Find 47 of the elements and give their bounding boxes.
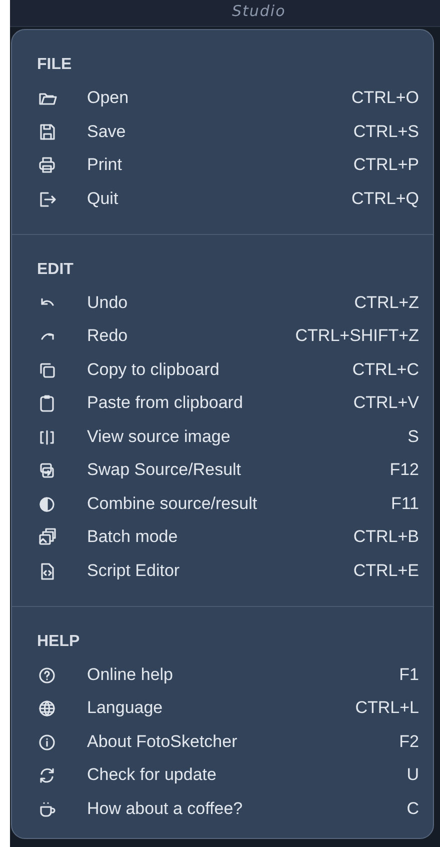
menu-item[interactable]: View source image S xyxy=(37,420,419,454)
window-title: Studio xyxy=(232,2,286,20)
menu-item[interactable]: Batch mode CTRL+B xyxy=(37,520,419,554)
section-heading: HELP xyxy=(37,632,81,652)
shortcut-label: CTRL+B xyxy=(353,527,419,548)
menu-item[interactable]: Open CTRL+O xyxy=(37,82,419,115)
menu-item[interactable]: Print CTRL+P xyxy=(37,148,419,182)
menu-item[interactable]: Undo CTRL+Z xyxy=(37,286,419,320)
globe-icon xyxy=(37,698,57,718)
printer-icon xyxy=(37,155,57,176)
swap-icon xyxy=(37,460,57,480)
shortcut-label: F12 xyxy=(390,460,419,480)
shortcut-label: CTRL+Q xyxy=(351,188,419,209)
info-icon xyxy=(37,732,57,752)
shortcut-label: F1 xyxy=(399,664,419,685)
menu-item[interactable]: Copy to clipboard CTRL+C xyxy=(37,353,419,386)
shortcut-label: CTRL+O xyxy=(351,88,419,108)
menu-item[interactable]: Online help F1 xyxy=(37,658,419,692)
menu-item[interactable]: Swap Source/Result F12 xyxy=(37,454,419,487)
shortcut-label: CTRL+C xyxy=(352,360,419,380)
menu-item[interactable]: Save CTRL+S xyxy=(37,115,419,148)
shortcut-label: CTRL+P xyxy=(353,155,419,176)
shortcut-label: U xyxy=(406,765,419,786)
menu-item[interactable]: Language CTRL+L xyxy=(37,692,419,725)
section-heading: EDIT xyxy=(37,260,74,280)
help-icon xyxy=(37,664,57,685)
menu-item[interactable]: Redo CTRL+SHIFT+Z xyxy=(37,320,419,353)
shortcut-label: CTRL+L xyxy=(355,698,419,718)
shortcut-label: CTRL+V xyxy=(353,393,419,414)
image-stack-icon xyxy=(37,527,57,548)
shortcut-label: F2 xyxy=(399,732,419,752)
section-heading: FILE xyxy=(37,55,73,75)
shortcut-label: CTRL+E xyxy=(353,560,419,581)
menu-item[interactable]: Script Editor CTRL+E xyxy=(37,554,419,588)
shortcut-label: CTRL+Z xyxy=(354,292,419,313)
menu-item[interactable]: How about a coffee? C xyxy=(37,792,419,826)
clipboard-icon xyxy=(37,393,57,414)
menu-item[interactable]: About FotoSketcher F2 xyxy=(37,725,419,758)
shortcut-label: CTRL+S xyxy=(353,122,419,142)
shortcut-label: F11 xyxy=(390,494,419,514)
shortcut-label: C xyxy=(406,798,419,819)
shortcut-label: CTRL+SHIFT+Z xyxy=(295,326,419,346)
shortcut-label: S xyxy=(408,426,419,447)
menu-item[interactable]: Check for update U xyxy=(37,758,419,792)
menu-item[interactable]: Combine source/result F11 xyxy=(37,487,419,520)
menu-item[interactable]: Quit CTRL+Q xyxy=(37,182,419,216)
menu-item[interactable]: Paste from clipboard CTRL+V xyxy=(37,386,419,420)
